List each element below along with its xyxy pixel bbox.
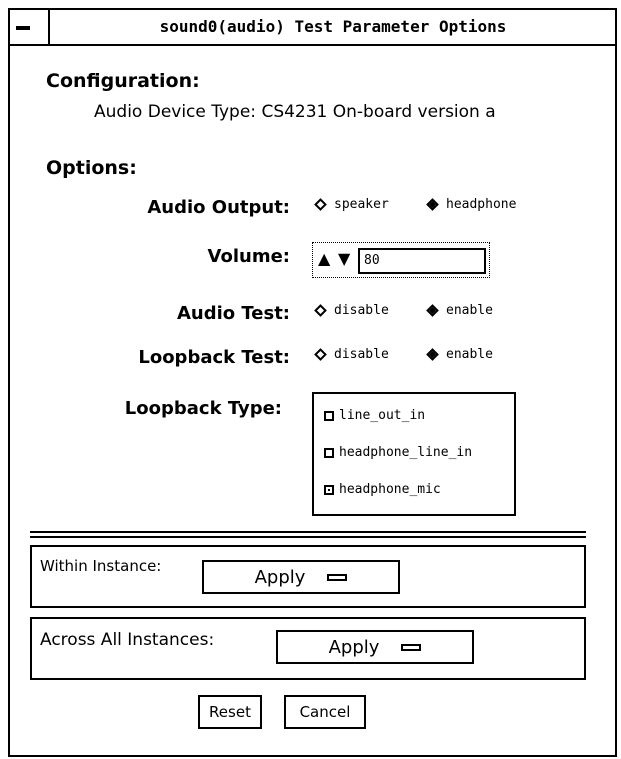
options-heading: Options:	[46, 157, 137, 179]
reset-button[interactable]: Reset	[198, 695, 262, 729]
loopback-type-headphone-mic-checkbox[interactable]: headphone_mic	[324, 482, 441, 497]
checkbox-icon	[324, 447, 334, 458]
across-all-instances-apply-label: Apply	[328, 636, 380, 658]
loopback-test-enable-radio[interactable]: enable	[424, 347, 493, 362]
radio-diamond-selected-icon	[426, 304, 439, 317]
loopback-test-disable-label: disable	[334, 347, 389, 362]
line-out-in-label: line_out_in	[339, 408, 426, 423]
speaker-option-label: speaker	[334, 197, 389, 212]
radio-diamond-selected-icon	[426, 348, 439, 361]
menu-button-icon	[401, 643, 422, 651]
volume-down-arrow-icon[interactable]: ▼	[338, 249, 350, 268]
audio-output-label: Audio Output:	[147, 197, 290, 218]
radio-diamond-selected-icon	[426, 198, 439, 211]
within-instance-apply-button[interactable]: Apply	[202, 560, 400, 594]
audio-output-speaker-radio[interactable]: speaker	[312, 197, 389, 212]
radio-diamond-icon	[314, 304, 327, 317]
checkbox-checked-icon	[324, 484, 334, 495]
window-title: sound0(audio) Test Parameter Options	[159, 17, 507, 36]
cancel-button[interactable]: Cancel	[284, 695, 366, 729]
configuration-heading: Configuration:	[46, 70, 200, 92]
within-instance-apply-label: Apply	[254, 566, 306, 588]
section-divider	[30, 531, 586, 538]
audio-test-disable-radio[interactable]: disable	[312, 303, 389, 318]
audio-test-enable-radio[interactable]: enable	[424, 303, 493, 318]
audio-device-type-text: Audio Device Type: CS4231 On-board versi…	[94, 102, 496, 122]
loopback-test-enable-label: enable	[446, 347, 493, 362]
radio-diamond-icon	[314, 198, 327, 211]
across-all-instances-apply-button[interactable]: Apply	[276, 630, 474, 664]
loopback-type-headphone-line-in-checkbox[interactable]: headphone_line_in	[324, 445, 472, 460]
loopback-test-label: Loopback Test:	[138, 347, 290, 368]
within-instance-label: Within Instance:	[40, 557, 162, 575]
across-all-instances-label: Across All Instances:	[40, 630, 215, 650]
loopback-type-label: Loopback Type:	[124, 398, 282, 419]
checkbox-icon	[324, 410, 334, 421]
audio-output-headphone-radio[interactable]: headphone	[424, 197, 516, 212]
headphone-option-label: headphone	[446, 197, 517, 212]
menu-button-icon	[327, 573, 348, 581]
window-menu-icon	[16, 26, 30, 30]
audio-test-disable-label: disable	[334, 303, 389, 318]
headphone-line-in-label: headphone_line_in	[339, 445, 473, 460]
audio-test-label: Audio Test:	[176, 303, 290, 324]
volume-up-arrow-icon[interactable]: ▲	[318, 249, 330, 268]
headphone-mic-label: headphone_mic	[339, 482, 441, 497]
loopback-test-disable-radio[interactable]: disable	[312, 347, 389, 362]
radio-diamond-icon	[314, 348, 327, 361]
loopback-type-line-out-in-checkbox[interactable]: line_out_in	[324, 408, 425, 423]
audio-test-enable-label: enable	[446, 303, 493, 318]
volume-label: Volume:	[207, 246, 290, 267]
volume-input[interactable]: 80	[358, 248, 486, 274]
